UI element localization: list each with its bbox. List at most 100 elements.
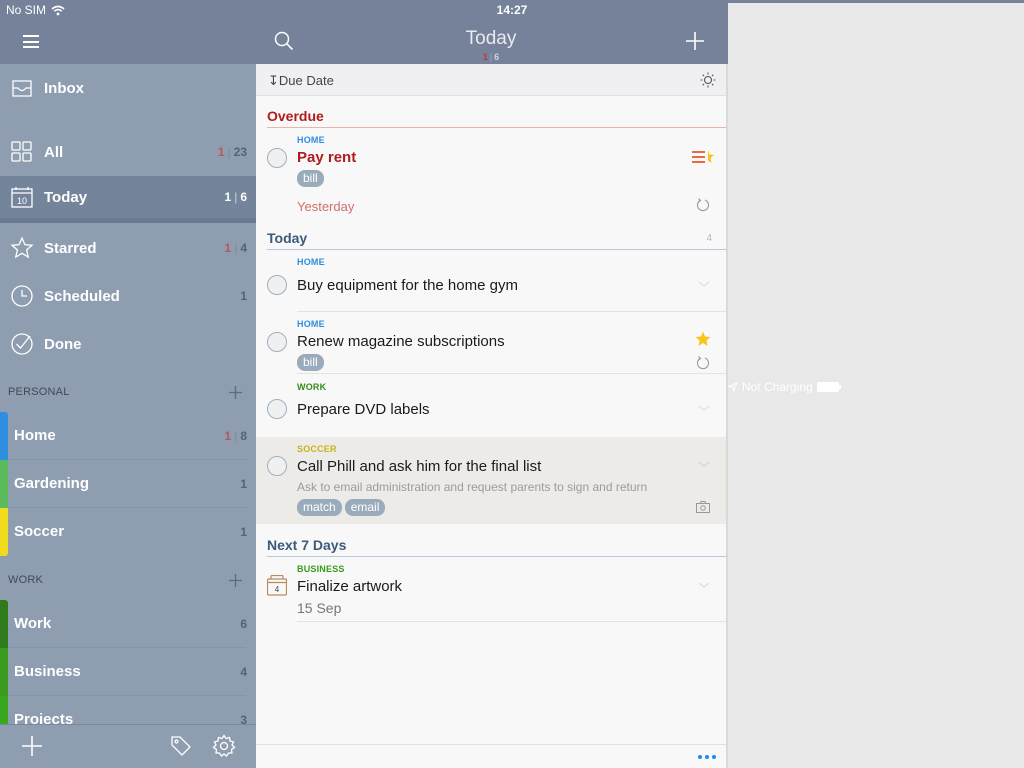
task-row-selected[interactable]: SOCCER Call Phill and ask him for the fi… — [256, 437, 726, 524]
chevron-down-icon[interactable] — [699, 282, 709, 288]
item-count: 1 — [240, 289, 247, 303]
tag-chip[interactable]: bill — [297, 170, 324, 187]
star-icon — [10, 236, 34, 259]
sidebar-list-home[interactable]: Home 1 | 8 — [0, 412, 256, 460]
list-label: Business — [14, 663, 81, 680]
task-due-date: 15 Sep — [297, 600, 342, 616]
list-count: 1 | 8 — [224, 429, 248, 443]
list-label: Gardening — [14, 475, 90, 492]
add-task-icon[interactable] — [685, 31, 705, 51]
calendar-icon: 10 — [11, 187, 33, 208]
brightness-icon[interactable] — [700, 72, 716, 88]
list-color-indicator — [0, 600, 8, 648]
sidebar-list-gardening[interactable]: Gardening 1 — [0, 460, 256, 508]
section-header-today: Today — [267, 230, 308, 246]
sidebar-item-starred[interactable]: Starred 1 | 4 — [0, 224, 256, 272]
sidebar-item-label: Today — [44, 188, 88, 206]
task-row[interactable]: HOME Buy equipment for the home gym — [256, 250, 726, 312]
page-title: Today — [465, 28, 517, 49]
sidebar-footer — [0, 724, 256, 768]
task-title: Prepare DVD labels — [297, 401, 430, 418]
sort-arrow-icon: ↧ — [268, 73, 279, 88]
add-icon[interactable] — [22, 736, 42, 756]
title-count: 1 | 6 — [482, 52, 500, 62]
task-checkbox[interactable] — [267, 456, 287, 476]
task-checkbox[interactable] — [267, 275, 287, 295]
task-checkbox[interactable] — [267, 148, 287, 168]
scheduled-calendar-icon: 4 — [267, 575, 287, 596]
svg-text:10: 10 — [17, 196, 27, 206]
task-list-header: Today 1 | 6 — [256, 20, 726, 64]
add-list-icon[interactable] — [229, 574, 242, 587]
more-options-icon[interactable] — [698, 755, 716, 759]
battery-icon — [816, 382, 841, 392]
camera-icon — [696, 501, 710, 513]
task-row[interactable]: WORK Prepare DVD labels — [256, 375, 726, 437]
task-list-footer — [256, 744, 726, 768]
section-header-next-7-days: Next 7 Days — [267, 537, 347, 553]
task-due-date: Yesterday — [297, 199, 355, 214]
sidebar-item-label: Done — [44, 335, 82, 353]
charging-status: Not Charging — [742, 380, 813, 394]
sidebar-item-scheduled[interactable]: Scheduled 1 — [0, 272, 256, 320]
section-count: 4 — [706, 233, 712, 244]
svg-text:4: 4 — [275, 585, 280, 594]
task-list-name: SOCCER — [297, 444, 337, 454]
tag-chip[interactable]: email — [344, 499, 386, 516]
chevron-down-icon[interactable] — [699, 583, 709, 589]
sidebar-item-label: Inbox — [44, 79, 84, 97]
task-tags: bill — [297, 353, 327, 371]
sidebar-item-inbox[interactable]: Inbox — [0, 64, 256, 112]
task-row[interactable]: BUSINESS 4 Finalize artwork 15 Sep — [256, 557, 726, 622]
task-title: Call Phill and ask him for the final lis… — [297, 458, 542, 475]
sidebar-item-done[interactable]: Done — [0, 320, 256, 368]
sidebar-list-projects[interactable]: Projects 3 — [0, 696, 256, 724]
chevron-down-icon[interactable] — [699, 406, 709, 412]
menu-icon[interactable] — [23, 35, 39, 48]
task-note: Ask to email administration and request … — [297, 480, 648, 494]
sidebar-list-business[interactable]: Business 4 — [0, 648, 256, 696]
sidebar-item-all[interactable]: All 1 | 23 — [0, 128, 256, 176]
sort-bar[interactable]: ↧Due Date — [256, 64, 726, 96]
item-count: 1 | 6 — [224, 190, 248, 204]
tag-icon[interactable] — [170, 735, 192, 757]
tag-chip[interactable]: match — [297, 499, 342, 516]
task-checkbox[interactable] — [267, 332, 287, 352]
folder-header-work: WORK — [8, 574, 44, 586]
sidebar-list-soccer[interactable]: Soccer 1 — [0, 508, 256, 556]
item-count: 1 | 4 — [224, 241, 248, 255]
task-tags: bill — [297, 169, 327, 187]
chevron-down-icon[interactable] — [699, 462, 709, 468]
priority-star-icon — [692, 150, 714, 163]
location-icon — [728, 382, 738, 392]
list-color-indicator — [0, 648, 8, 696]
sidebar-header — [0, 20, 256, 64]
sidebar-item-today[interactable]: 10 Today 1 | 6 — [0, 176, 256, 218]
repeat-icon — [696, 198, 709, 212]
gear-icon[interactable] — [212, 734, 236, 758]
list-count: 1 — [240, 525, 247, 539]
sidebar: Inbox All 1 | 23 10 Today 1 | 6 Starred 1 | 4 … — [0, 0, 256, 768]
sort-label[interactable]: ↧Due Date — [268, 73, 334, 89]
list-label: Soccer — [14, 523, 65, 540]
clock-icon — [11, 285, 33, 307]
list-count: 6 — [240, 617, 247, 631]
task-title: Pay rent — [297, 149, 357, 166]
task-row[interactable]: HOME Pay rent bill Yesterday — [256, 128, 726, 228]
task-checkbox[interactable] — [267, 399, 287, 419]
list-color-indicator — [0, 412, 8, 460]
add-list-icon[interactable] — [229, 386, 242, 399]
task-title: Renew magazine subscriptions — [297, 333, 505, 350]
task-list-name: HOME — [297, 135, 325, 145]
list-count: 4 — [240, 665, 247, 679]
list-label: Home — [14, 427, 56, 444]
star-icon[interactable] — [695, 331, 711, 347]
tag-chip[interactable]: bill — [297, 354, 324, 371]
task-list-name: BUSINESS — [297, 564, 345, 574]
sidebar-list-work[interactable]: Work 6 — [0, 600, 256, 648]
sidebar-item-label: All — [44, 143, 64, 161]
item-count: 1 | 23 — [217, 145, 247, 159]
list-count: 3 — [240, 713, 247, 724]
task-row[interactable]: HOME Renew magazine subscriptions bill — [256, 312, 726, 374]
task-list-name: HOME — [297, 319, 325, 329]
